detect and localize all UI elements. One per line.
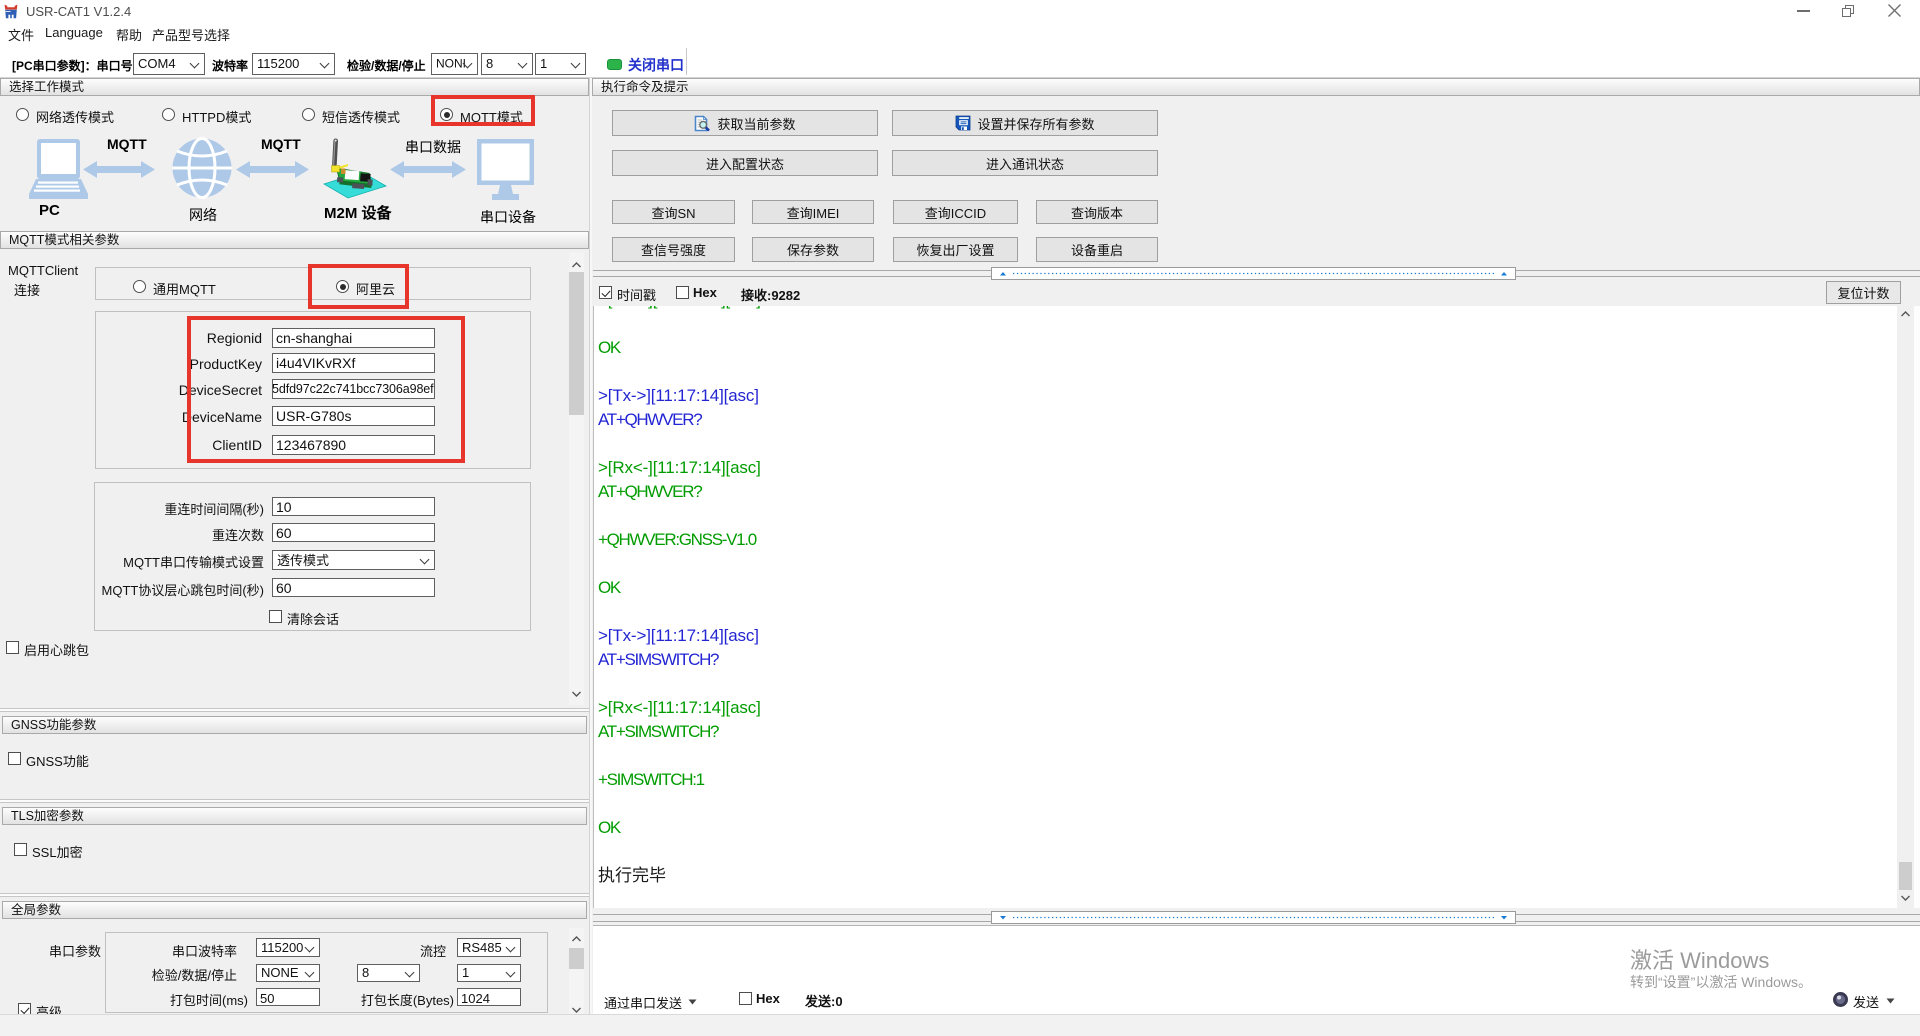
svg-text:MQTT: MQTT <box>261 136 301 152</box>
svg-text:MQTT: MQTT <box>107 136 147 152</box>
